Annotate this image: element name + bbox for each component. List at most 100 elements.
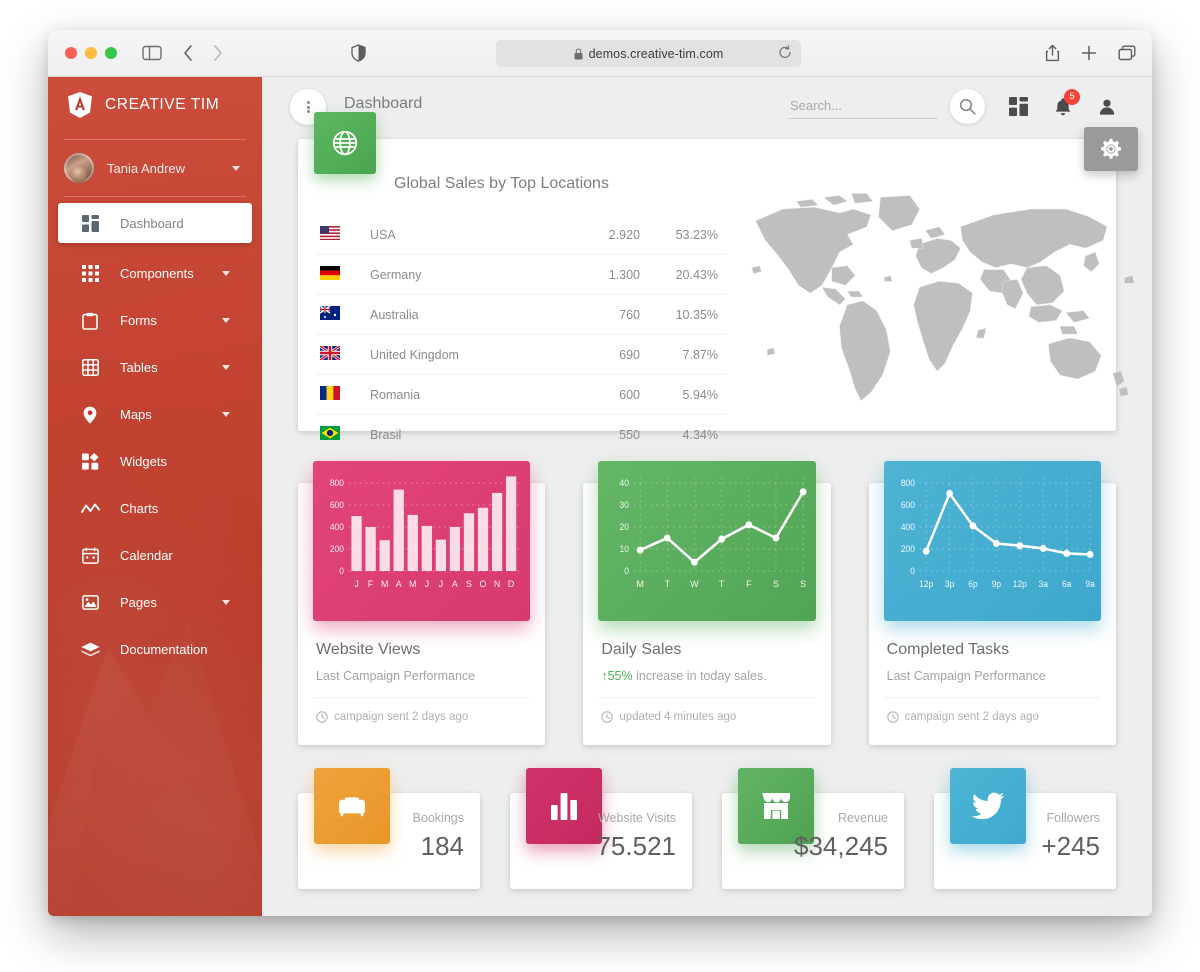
website-views-chart[interactable]: 800 600 400 200 0 J F M A M J J A S O N … [313,461,531,621]
sidebar-item-maps[interactable]: Maps [58,391,252,438]
privacy-shield-icon[interactable] [351,44,366,62]
world-map[interactable] [738,181,1148,411]
svg-text:T: T [719,579,725,589]
chevron-down-icon[interactable] [222,412,230,417]
table-row[interactable]: USA 2.920 53.23% [316,215,726,255]
table-row[interactable]: United Kingdom 690 7.87% [316,334,726,375]
url-bar[interactable]: demos.creative-tim.com [496,40,801,67]
table-row[interactable]: Germany 1.300 20.43% [316,254,726,295]
daily-sales-chart[interactable]: 40 30 20 10 0 M T W T F S S [598,461,816,621]
bar-chart-icon [526,768,602,844]
svg-text:M: M [381,579,388,589]
sales-value: 550 [560,414,640,454]
tabs-overview-icon[interactable] [1118,45,1136,61]
stat-value: +245 [1041,831,1100,861]
sidebar-item-documentation[interactable]: Documentation [58,626,252,673]
chevron-down-icon[interactable] [222,365,230,370]
svg-text:A: A [452,579,459,589]
sidebar-toggle-icon[interactable] [142,45,162,61]
country-name: Germany [370,254,560,295]
svg-text:F: F [368,579,374,589]
table-row[interactable]: Brasil 550 4.34% [316,414,726,454]
divider [884,697,1100,698]
maximize-window-button[interactable] [105,47,117,59]
url-text: demos.creative-tim.com [588,46,724,61]
svg-text:O: O [480,579,487,589]
svg-text:S: S [801,579,807,589]
minimize-window-button[interactable] [85,47,97,59]
share-icon[interactable] [1045,44,1060,62]
svg-text:3p: 3p [945,579,955,589]
dashboard-grid-icon[interactable] [1009,97,1028,116]
website-visits-stat-card: Website Visits 75.521 [510,768,692,889]
chevron-down-icon[interactable] [222,318,230,323]
svg-text:600: 600 [901,500,915,510]
sales-value: 760 [560,294,640,335]
chevron-left-icon[interactable] [182,44,194,62]
sidebar-item-calendar[interactable]: Calendar [58,532,252,579]
sales-percent: 7.87% [640,334,726,375]
reload-icon[interactable] [778,45,792,60]
svg-text:0: 0 [625,566,630,576]
chart-card-title: Completed Tasks [886,641,1010,658]
svg-text:D: D [508,579,515,589]
sidebar-item-forms[interactable]: Forms [58,297,252,344]
sidebar-item-charts[interactable]: Charts [58,485,252,532]
table-row[interactable]: Romania 600 5.94% [316,374,726,415]
browser-window: demos.creative-tim.com CREATIVE TIM Tani… [48,30,1152,916]
chevron-down-icon[interactable] [222,600,230,605]
sidebar-item-label: Charts [120,501,159,516]
close-window-button[interactable] [65,47,77,59]
dashboard-grid-icon [78,214,102,232]
stat-cards-row: Bookings 184 Website Visits 75.521 Reven… [298,768,1116,889]
svg-text:6p: 6p [968,579,978,589]
completed-tasks-chart[interactable]: 800 600 400 200 0 12p 3p 6p 9p 12p 3a 6a… [883,461,1101,621]
clock-icon [316,711,328,723]
sidebar-item-label: Dashboard [120,215,184,231]
global-sales-table: USA 2.920 53.23% Germany 1.300 20.43% Au… [316,215,726,454]
flag-romania [320,386,340,400]
plus-icon[interactable] [1081,45,1097,61]
user-profile-row[interactable]: Tania Andrew [48,146,262,190]
sidebar-item-tables[interactable]: Tables [58,344,252,391]
svg-text:M: M [637,579,644,589]
search-icon[interactable] [950,89,985,124]
person-icon[interactable] [1098,98,1116,116]
sidebar-item-label: Components [120,266,194,281]
flag-usa [320,226,340,240]
flag-germany [320,266,340,280]
chart-cards-row: 800 600 400 200 0 J F M A M J J A S O N … [298,461,1116,745]
sidebar-item-label: Maps [120,407,152,422]
sidebar-item-pages[interactable]: Pages [58,579,252,626]
chart-card-footer: campaign sent 2 days ago [886,711,1039,723]
search-input[interactable] [788,94,938,119]
chevron-down-icon[interactable] [232,165,240,171]
sidebar-divider-top [64,139,246,140]
chevron-right-icon[interactable] [212,44,224,62]
svg-text:9p: 9p [991,579,1001,589]
chevron-down-icon[interactable] [222,271,230,276]
completed-tasks-card: 800 600 400 200 0 12p 3p 6p 9p 12p 3a 6a… [868,461,1116,745]
gear-icon[interactable] [1084,127,1138,171]
sales-value: 1.300 [560,254,640,295]
sidebar-item-label: Documentation [120,642,208,657]
sidebar-item-widgets[interactable]: Widgets [58,438,252,485]
bell-icon[interactable]: 5 [1054,88,1080,117]
calendar-icon [78,547,102,564]
page-title: Dashboard [344,95,423,112]
table-row[interactable]: Australia 760 10.35% [316,294,726,335]
app-viewport: CREATIVE TIM Tania Andrew Dashboard Comp… [48,77,1152,916]
twitter-icon [950,768,1026,844]
lock-icon [574,47,583,60]
stat-value: $34,245 [794,831,888,861]
sidebar-nav-list: Dashboard Components Forms Tables Maps W… [48,203,262,673]
brand-row[interactable]: CREATIVE TIM [48,77,262,133]
svg-text:600: 600 [330,500,344,510]
sidebar-item-dashboard[interactable]: Dashboard [58,203,252,243]
sidebar-item-label: Pages [120,595,157,610]
divider [599,697,815,698]
daily-sales-card: 40 30 20 10 0 M T W T F S S Daily Sales … [583,461,831,745]
sidebar-item-components[interactable]: Components [58,250,252,297]
svg-text:S: S [773,579,779,589]
sidebar-item-label: Tables [120,360,158,375]
